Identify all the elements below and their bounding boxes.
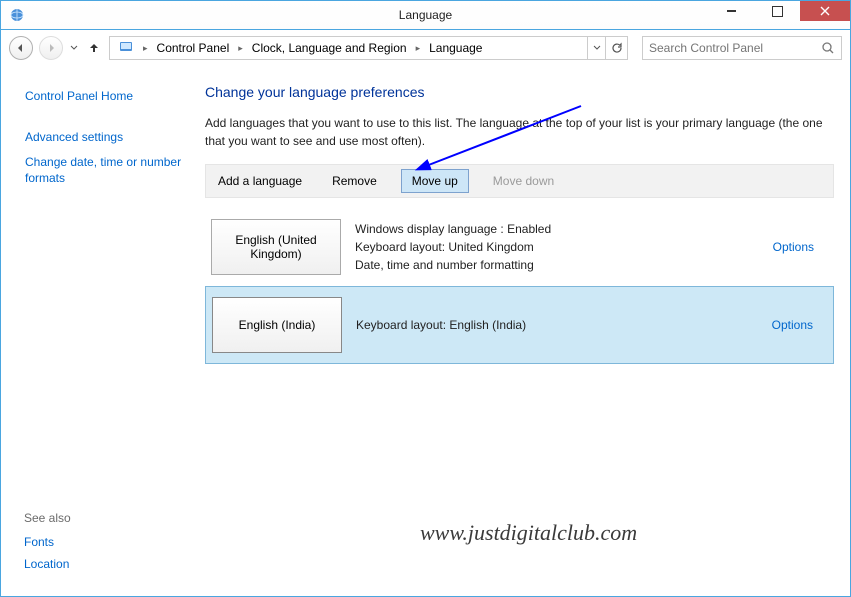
detail-line: Keyboard layout: United Kingdom bbox=[355, 238, 773, 256]
control-panel-home-link[interactable]: Control Panel Home bbox=[25, 88, 189, 105]
maximize-button[interactable] bbox=[754, 1, 800, 21]
back-button[interactable] bbox=[9, 36, 33, 60]
window-controls bbox=[708, 1, 850, 21]
detail-line: Keyboard layout: English (India) bbox=[356, 316, 772, 334]
change-formats-link[interactable]: Change date, time or number formats bbox=[25, 154, 189, 188]
breadcrumb-item[interactable]: Control Panel bbox=[154, 41, 233, 55]
chevron-right-icon[interactable]: ▸ bbox=[412, 43, 425, 54]
language-list: English (United Kingdom) Windows display… bbox=[205, 208, 834, 364]
language-tile[interactable]: English (United Kingdom) bbox=[211, 219, 341, 275]
forward-button[interactable] bbox=[39, 36, 63, 60]
main-panel: Change your language preferences Add lan… bbox=[201, 66, 850, 596]
titlebar: Language bbox=[0, 0, 851, 30]
detail-line: Date, time and number formatting bbox=[355, 256, 773, 274]
search-box[interactable] bbox=[642, 36, 842, 60]
see-also-header: See also bbox=[24, 511, 71, 525]
language-toolbar: Add a language Remove Move up Move down bbox=[205, 164, 834, 198]
search-input[interactable] bbox=[643, 41, 841, 55]
breadcrumb-item[interactable]: Language bbox=[426, 41, 485, 55]
see-also-section: See also Fonts Location bbox=[24, 511, 71, 579]
language-options-link[interactable]: Options bbox=[773, 240, 834, 254]
content-area: Control Panel Home Advanced settings Cha… bbox=[0, 66, 851, 597]
language-details: Windows display language : Enabled Keybo… bbox=[355, 220, 773, 274]
language-details: Keyboard layout: English (India) bbox=[356, 316, 772, 334]
address-bar[interactable]: ▸ Control Panel ▸ Clock, Language and Re… bbox=[109, 36, 628, 60]
chevron-right-icon[interactable]: ▸ bbox=[139, 43, 152, 54]
region-globe-icon bbox=[9, 7, 25, 23]
language-row[interactable]: English (United Kingdom) Windows display… bbox=[205, 208, 834, 286]
chevron-right-icon[interactable]: ▸ bbox=[234, 43, 247, 54]
minimize-button[interactable] bbox=[708, 1, 754, 21]
address-dropdown-icon[interactable] bbox=[587, 37, 605, 59]
language-tile[interactable]: English (India) bbox=[212, 297, 342, 353]
add-language-button[interactable]: Add a language bbox=[212, 170, 308, 192]
refresh-button[interactable] bbox=[605, 37, 627, 59]
close-button[interactable] bbox=[800, 1, 850, 21]
breadcrumbs: ▸ Control Panel ▸ Clock, Language and Re… bbox=[110, 36, 587, 60]
up-button[interactable] bbox=[85, 41, 103, 55]
move-down-button[interactable]: Move down bbox=[487, 170, 560, 192]
detail-line: Windows display language : Enabled bbox=[355, 220, 773, 238]
breadcrumb-item[interactable]: Clock, Language and Region bbox=[249, 41, 410, 55]
fonts-link[interactable]: Fonts bbox=[24, 535, 71, 549]
watermark-text: www.justdigitalclub.com bbox=[420, 520, 637, 546]
window-title: Language bbox=[399, 8, 452, 22]
page-heading: Change your language preferences bbox=[205, 84, 834, 100]
page-intro: Add languages that you want to use to th… bbox=[205, 114, 834, 150]
search-icon[interactable] bbox=[821, 41, 835, 58]
language-row-selected[interactable]: English (India) Keyboard layout: English… bbox=[205, 286, 834, 364]
location-link[interactable]: Location bbox=[24, 557, 71, 571]
navigation-bar: ▸ Control Panel ▸ Clock, Language and Re… bbox=[0, 30, 851, 66]
remove-language-button[interactable]: Remove bbox=[326, 170, 383, 192]
language-options-link[interactable]: Options bbox=[772, 318, 833, 332]
advanced-settings-link[interactable]: Advanced settings bbox=[25, 129, 189, 146]
move-up-button[interactable]: Move up bbox=[401, 169, 469, 193]
history-dropdown-icon[interactable] bbox=[69, 44, 79, 52]
control-panel-icon[interactable] bbox=[115, 39, 137, 58]
